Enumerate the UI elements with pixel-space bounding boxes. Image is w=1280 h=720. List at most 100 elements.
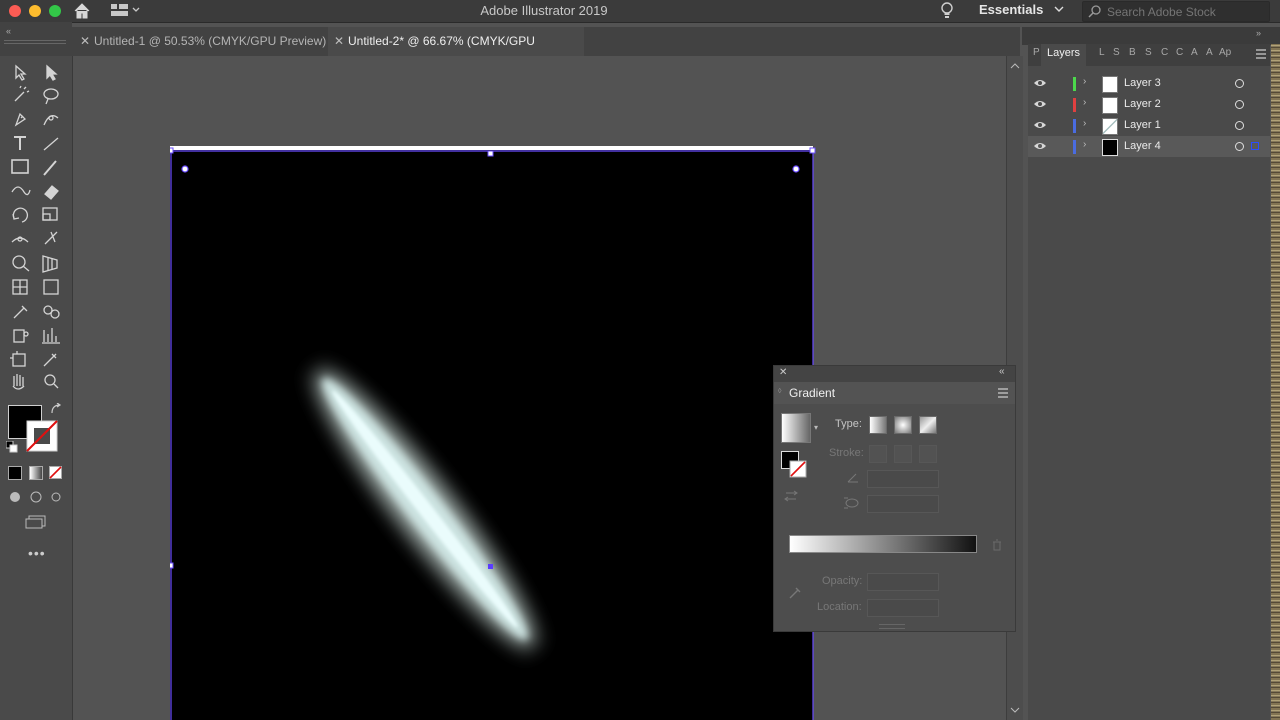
gradient-mode-icon[interactable] [29, 466, 43, 480]
app-title: Adobe Illustrator 2019 [480, 3, 608, 18]
stroke-along-button[interactable] [894, 445, 912, 463]
scroll-down-icon[interactable] [1010, 706, 1020, 714]
lightbulb-icon[interactable] [940, 1, 954, 20]
expand-chevron-icon[interactable]: › [1083, 76, 1086, 87]
stroke-swatch[interactable] [26, 420, 60, 454]
panel-tab[interactable]: A [1206, 47, 1213, 58]
close-panel-icon[interactable]: ✕ [779, 367, 787, 378]
layer-thumbnail [1102, 97, 1118, 114]
layer-row-1[interactable]: › Layer 1 [1028, 115, 1270, 136]
gradient-dropdown-icon[interactable]: ▾ [814, 423, 818, 432]
panel-tab[interactable]: C [1176, 47, 1183, 58]
layer-name[interactable]: Layer 3 [1124, 77, 1161, 89]
tab-layers[interactable]: Layers [1041, 44, 1087, 66]
search-icon [1088, 5, 1101, 18]
eye-icon[interactable] [1034, 119, 1046, 131]
delete-stop-icon[interactable] [991, 539, 1003, 551]
selection-indicator[interactable] [1251, 142, 1259, 150]
collapse-panels-icon[interactable]: » [1256, 28, 1261, 38]
panel-tab[interactable]: B [1129, 47, 1136, 58]
gradient-preview-swatch[interactable] [781, 413, 811, 443]
panel-options-icon[interactable]: ◊ [778, 388, 781, 395]
layer-thumbnail [1102, 139, 1118, 156]
screen-edge-artifact [1271, 44, 1280, 720]
stroke-across-button[interactable] [919, 445, 937, 463]
swap-colors-icon[interactable] [50, 403, 62, 415]
layer-color-bar [1073, 77, 1076, 91]
expand-chevron-icon[interactable]: › [1083, 97, 1086, 108]
eye-icon[interactable] [1034, 98, 1046, 110]
scroll-up-icon[interactable] [1010, 62, 1020, 70]
linear-gradient-button[interactable] [869, 416, 887, 434]
close-tab-icon[interactable]: ✕ [334, 27, 348, 56]
opacity-label: Opacity: [822, 575, 863, 587]
tab-untitled-1[interactable]: ✕ Untitled-1 @ 50.53% (CMYK/GPU Preview) [72, 27, 336, 56]
panel-menu-icon[interactable] [1255, 49, 1267, 59]
stock-search-box[interactable] [1082, 1, 1270, 22]
angle-field[interactable] [867, 470, 939, 488]
collapse-panel-icon[interactable]: « [999, 366, 1005, 377]
layer-name[interactable]: Layer 2 [1124, 98, 1161, 110]
layer-color-bar [1073, 98, 1076, 112]
reverse-gradient-icon[interactable] [784, 489, 800, 503]
layers-panel: P Layers L S B S C C A A Ap › Layer 3 › … [1028, 44, 1270, 720]
panel-tab[interactable]: Ap [1219, 47, 1231, 58]
stroke-within-button[interactable] [869, 445, 887, 463]
gradient-panel-titlebar[interactable]: ✕ « [774, 366, 1015, 382]
close-tab-icon[interactable]: ✕ [80, 27, 94, 56]
eyedropper-icon[interactable] [788, 584, 804, 600]
panel-tab[interactable]: L [1099, 47, 1105, 58]
expand-chevron-icon[interactable]: › [1083, 139, 1086, 150]
color-mode-icon[interactable] [8, 466, 22, 480]
tab-untitled-2[interactable]: ✕Untitled-2* @ 66.67% (CMYK/GPU Preview) [328, 27, 584, 77]
title-bar: Adobe Illustrator 2019 Essentials [0, 0, 1280, 23]
freeform-gradient-button[interactable] [919, 416, 937, 434]
target-circle-icon[interactable] [1235, 79, 1244, 88]
stroke-label: Stroke: [829, 447, 864, 459]
layer-name[interactable]: Layer 1 [1124, 119, 1161, 131]
panel-dock-header: » [1022, 27, 1280, 45]
resize-grip[interactable] [879, 624, 905, 629]
tools-panel: ••• [0, 56, 73, 720]
default-colors-icon[interactable] [6, 441, 18, 453]
panel-tab[interactable]: P [1033, 47, 1040, 58]
layer-row-2[interactable]: › Layer 2 [1028, 94, 1270, 115]
workspace-switcher[interactable]: Essentials [979, 2, 1065, 17]
expand-chevron-icon[interactable]: › [1083, 118, 1086, 129]
panel-tab[interactable]: A [1191, 47, 1198, 58]
gradient-stroke-swatch[interactable] [789, 460, 809, 480]
layer-row-3[interactable]: › Layer 3 [1028, 73, 1270, 94]
panel-tab[interactable]: S [1145, 47, 1152, 58]
chevron-down-icon [1054, 6, 1064, 12]
target-circle-icon[interactable] [1235, 142, 1244, 151]
gradient-panel: ✕ « ◊ Gradient ▾ Type: Stroke: Opacity: … [773, 365, 1016, 632]
collapse-icon[interactable]: « [6, 26, 11, 36]
workspace-label: Essentials [979, 2, 1044, 17]
eye-icon[interactable] [1034, 77, 1046, 89]
layer-row-4[interactable]: › Layer 4 [1028, 136, 1270, 157]
eye-icon[interactable] [1034, 140, 1046, 152]
layer-name[interactable]: Layer 4 [1124, 140, 1161, 152]
target-circle-icon[interactable] [1235, 121, 1244, 130]
panel-menu-icon[interactable] [997, 388, 1009, 398]
panel-tabs: P Layers L S B S C C A A Ap [1028, 44, 1270, 66]
panel-tab[interactable]: S [1113, 47, 1120, 58]
gradient-panel-title: Gradient [789, 386, 836, 400]
radial-gradient-button[interactable] [894, 416, 912, 434]
glow-streak-artwork[interactable] [170, 146, 820, 720]
location-field[interactable] [867, 599, 939, 617]
more-tools-icon[interactable]: ••• [28, 545, 46, 561]
layer-thumbnail [1102, 76, 1118, 93]
document-tab-bar: ✕ Untitled-1 @ 50.53% (CMYK/GPU Preview) … [72, 27, 1020, 77]
panel-tab[interactable]: C [1161, 47, 1168, 58]
screen-mode-icon[interactable] [25, 515, 47, 529]
toolbar-grip[interactable] [4, 40, 66, 44]
opacity-field[interactable] [867, 573, 939, 591]
target-circle-icon[interactable] [1235, 100, 1244, 109]
type-label: Type: [835, 418, 862, 430]
draw-mode-icons[interactable] [8, 490, 68, 504]
gradient-slider[interactable] [789, 535, 977, 553]
search-input[interactable] [1105, 3, 1267, 20]
aspect-ratio-field[interactable] [867, 495, 939, 513]
none-mode-icon[interactable] [49, 466, 63, 480]
